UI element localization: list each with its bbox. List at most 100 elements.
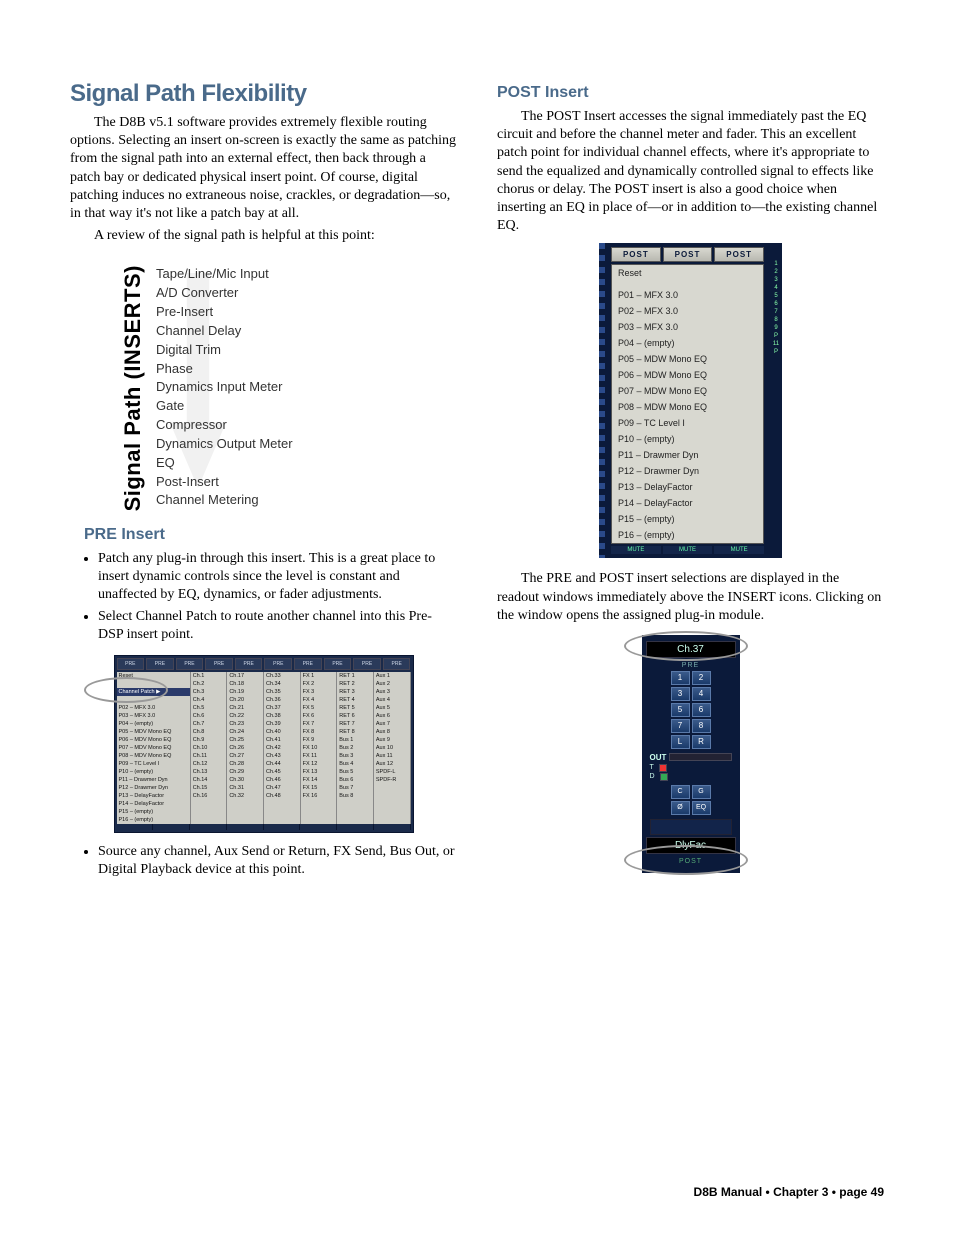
patch-item[interactable]: FX 16 (301, 792, 337, 800)
patch-item[interactable]: Ch.15 (191, 784, 227, 792)
patch-item[interactable]: Ch.8 (191, 728, 227, 736)
patch-item[interactable]: FX 9 (301, 736, 337, 744)
patch-item[interactable]: Bus 8 (337, 792, 373, 800)
assign-button[interactable]: 5 (671, 703, 690, 717)
pre-tab[interactable]: PRE (264, 658, 292, 670)
patch-item[interactable]: Ch.3 (191, 688, 227, 696)
pre-tab[interactable]: PRE (146, 658, 174, 670)
patch-item[interactable]: Ch.25 (227, 736, 263, 744)
dropdown-item[interactable]: P03 – MFX 3.0 (612, 319, 763, 335)
patch-item[interactable]: Aux 11 (374, 752, 410, 760)
dropdown-item[interactable]: P16 – (empty) (612, 527, 763, 543)
plugin-item[interactable]: P12 – Drawmer Dyn (117, 784, 190, 792)
patch-item[interactable]: Ch.38 (264, 712, 300, 720)
patch-item[interactable]: Ch.32 (227, 792, 263, 800)
dropdown-item[interactable]: P12 – Drawmer Dyn (612, 463, 763, 479)
patch-item[interactable]: Aux 1 (374, 672, 410, 680)
patch-item[interactable]: Ch.6 (191, 712, 227, 720)
patch-item[interactable]: FX 13 (301, 768, 337, 776)
patch-item[interactable]: Ch.2 (191, 680, 227, 688)
dropdown-item[interactable]: P15 – (empty) (612, 511, 763, 527)
patch-item[interactable]: FX 1 (301, 672, 337, 680)
patch-item[interactable]: Bus 7 (337, 784, 373, 792)
plugin-item[interactable]: P05 – MDV Mono EQ (117, 728, 190, 736)
patch-item[interactable]: Ch.22 (227, 712, 263, 720)
patch-item[interactable]: Ch.44 (264, 760, 300, 768)
plugin-item[interactable]: P13 – DelayFactor (117, 792, 190, 800)
dropdown-item[interactable]: P04 – (empty) (612, 335, 763, 351)
patch-item[interactable]: FX 6 (301, 712, 337, 720)
patch-item[interactable]: FX 8 (301, 728, 337, 736)
patch-item[interactable]: Aux 3 (374, 688, 410, 696)
patch-item[interactable]: Ch.24 (227, 728, 263, 736)
patch-item[interactable]: Ch.36 (264, 696, 300, 704)
pre-tab[interactable]: PRE (353, 658, 381, 670)
assign-button[interactable]: 2 (692, 671, 711, 685)
assign-button[interactable]: 6 (692, 703, 711, 717)
plugin-item[interactable]: P02 – MFX 3.0 (117, 704, 190, 712)
dropdown-item[interactable]: P01 – MFX 3.0 (612, 287, 763, 303)
patch-item[interactable]: Ch.7 (191, 720, 227, 728)
patch-item[interactable]: Ch.11 (191, 752, 227, 760)
plugin-item[interactable]: P04 – (empty) (117, 720, 190, 728)
dropdown-item[interactable]: P06 – MDW Mono EQ (612, 367, 763, 383)
patch-item[interactable]: Ch.21 (227, 704, 263, 712)
patch-item[interactable]: Bus 6 (337, 776, 373, 784)
patch-item[interactable]: Aux 10 (374, 744, 410, 752)
post-tab[interactable]: POST (663, 247, 713, 262)
patch-item[interactable]: Ch.12 (191, 760, 227, 768)
assign-button[interactable]: 7 (671, 719, 690, 733)
patch-item[interactable]: Ch.41 (264, 736, 300, 744)
patch-item[interactable]: Ch.37 (264, 704, 300, 712)
patch-item[interactable]: FX 12 (301, 760, 337, 768)
patch-item[interactable]: Ch.31 (227, 784, 263, 792)
patch-item[interactable]: Aux 7 (374, 720, 410, 728)
post-dropdown-menu[interactable]: Reset P01 – MFX 3.0P02 – MFX 3.0P03 – MFX… (611, 264, 764, 544)
r-button[interactable]: R (692, 735, 711, 749)
eq-button[interactable]: EQ (692, 801, 711, 815)
post-tab[interactable]: POST (611, 247, 661, 262)
patch-item[interactable]: Ch.45 (264, 768, 300, 776)
patch-item[interactable]: Ch.17 (227, 672, 263, 680)
patch-item[interactable]: Aux 4 (374, 696, 410, 704)
plugin-item[interactable]: P11 – Drawmer Dyn (117, 776, 190, 784)
patch-item[interactable]: Ch.9 (191, 736, 227, 744)
patch-item[interactable]: RET 6 (337, 712, 373, 720)
patch-item[interactable]: Bus 2 (337, 744, 373, 752)
post-tab[interactable]: POST (714, 247, 764, 262)
plugin-item[interactable]: P10 – (empty) (117, 768, 190, 776)
patch-item[interactable]: Ch.20 (227, 696, 263, 704)
plugin-item[interactable]: P15 – (empty) (117, 808, 190, 816)
pre-tab[interactable]: PRE (235, 658, 263, 670)
plugin-item[interactable]: P07 – MDV Mono EQ (117, 744, 190, 752)
patch-item[interactable]: Bus 5 (337, 768, 373, 776)
patch-item[interactable]: Ch.5 (191, 704, 227, 712)
pre-tab[interactable]: PRE (205, 658, 233, 670)
patch-item[interactable]: Ch.29 (227, 768, 263, 776)
patch-item[interactable] (374, 792, 410, 800)
dropdown-item[interactable]: P08 – MDW Mono EQ (612, 399, 763, 415)
patch-item[interactable]: SPDF-L (374, 768, 410, 776)
patch-item[interactable]: Ch.13 (191, 768, 227, 776)
patch-item[interactable]: Ch.47 (264, 784, 300, 792)
plugin-item[interactable]: P06 – MDV Mono EQ (117, 736, 190, 744)
dropdown-item[interactable]: Reset (612, 265, 763, 281)
l-button[interactable]: L (671, 735, 690, 749)
patch-item[interactable]: Ch.28 (227, 760, 263, 768)
patch-item[interactable]: FX 4 (301, 696, 337, 704)
patch-item[interactable]: Ch.48 (264, 792, 300, 800)
patch-item[interactable]: FX 11 (301, 752, 337, 760)
patch-item[interactable] (374, 784, 410, 792)
patch-item[interactable]: Ch.46 (264, 776, 300, 784)
patch-item[interactable]: Ch.33 (264, 672, 300, 680)
patch-item[interactable]: FX 7 (301, 720, 337, 728)
patch-item[interactable]: FX 5 (301, 704, 337, 712)
assign-button[interactable]: 1 (671, 671, 690, 685)
g-button[interactable]: G (692, 785, 711, 799)
patch-item[interactable]: Bus 1 (337, 736, 373, 744)
patch-item[interactable]: RET 7 (337, 720, 373, 728)
dropdown-item[interactable]: P10 – (empty) (612, 431, 763, 447)
patch-item[interactable]: RET 4 (337, 696, 373, 704)
dropdown-item[interactable]: P02 – MFX 3.0 (612, 303, 763, 319)
patch-item[interactable]: Ch.27 (227, 752, 263, 760)
